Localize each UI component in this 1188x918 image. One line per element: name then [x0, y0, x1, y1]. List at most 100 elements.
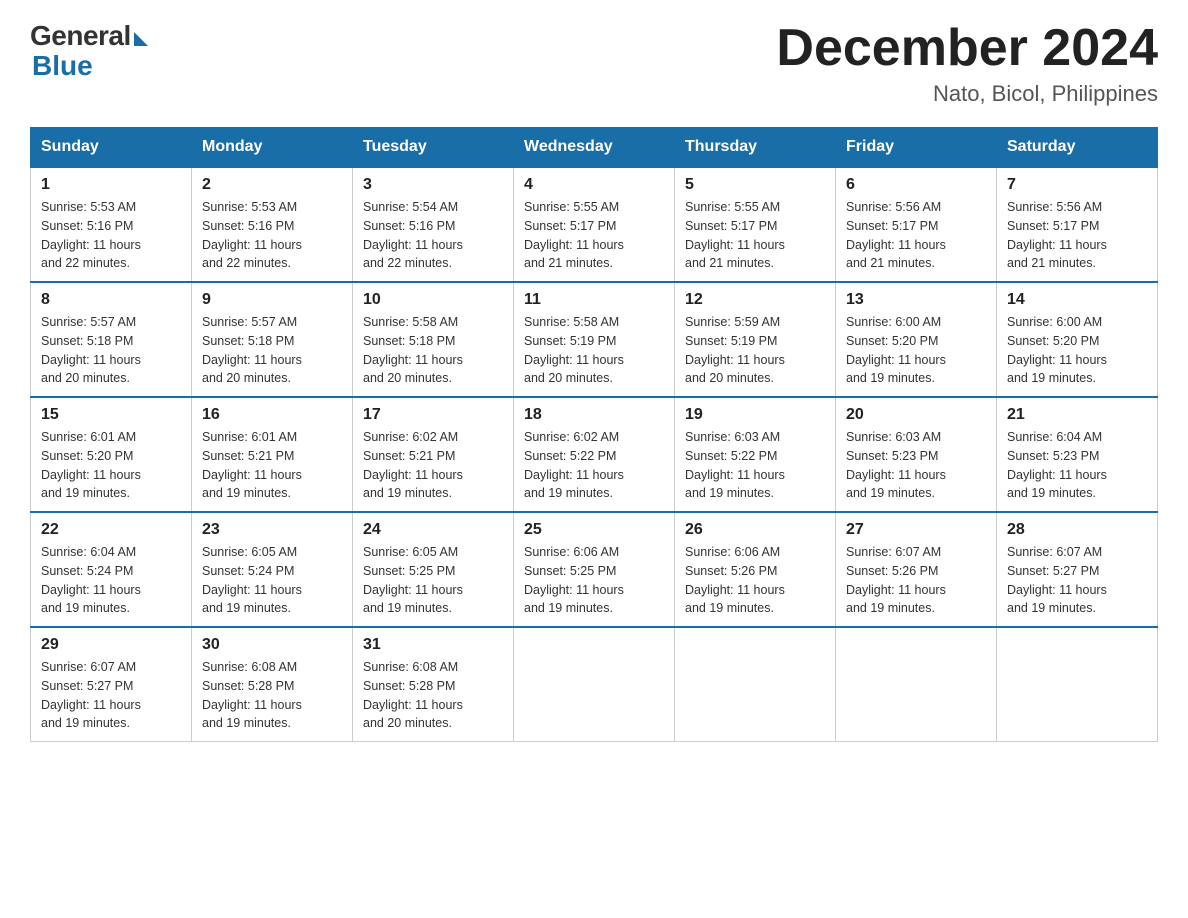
- calendar-empty-cell: [836, 627, 997, 742]
- day-info: Sunrise: 6:01 AM Sunset: 5:21 PM Dayligh…: [202, 428, 342, 503]
- page-header: General Blue December 2024 Nato, Bicol, …: [30, 20, 1158, 107]
- calendar-day-cell: 25 Sunrise: 6:06 AM Sunset: 5:25 PM Dayli…: [514, 512, 675, 627]
- day-number: 2: [202, 176, 342, 194]
- day-number: 31: [363, 636, 503, 654]
- calendar-week-row: 29 Sunrise: 6:07 AM Sunset: 5:27 PM Dayli…: [31, 627, 1158, 742]
- calendar-day-cell: 20 Sunrise: 6:03 AM Sunset: 5:23 PM Dayli…: [836, 397, 997, 512]
- day-info: Sunrise: 6:08 AM Sunset: 5:28 PM Dayligh…: [202, 658, 342, 733]
- day-number: 28: [1007, 521, 1147, 539]
- calendar-day-cell: 29 Sunrise: 6:07 AM Sunset: 5:27 PM Dayli…: [31, 627, 192, 742]
- day-number: 22: [41, 521, 181, 539]
- day-info: Sunrise: 6:03 AM Sunset: 5:23 PM Dayligh…: [846, 428, 986, 503]
- day-number: 24: [363, 521, 503, 539]
- calendar-day-cell: 27 Sunrise: 6:07 AM Sunset: 5:26 PM Dayli…: [836, 512, 997, 627]
- day-number: 15: [41, 406, 181, 424]
- day-info: Sunrise: 6:05 AM Sunset: 5:24 PM Dayligh…: [202, 543, 342, 618]
- calendar-day-cell: 1Sunrise: 5:53 AM Sunset: 5:16 PM Daylig…: [31, 167, 192, 282]
- day-number: 27: [846, 521, 986, 539]
- calendar-week-row: 22Sunrise: 6:04 AM Sunset: 5:24 PM Dayli…: [31, 512, 1158, 627]
- calendar-day-cell: 8 Sunrise: 5:57 AM Sunset: 5:18 PM Daylig…: [31, 282, 192, 397]
- calendar-day-cell: 26 Sunrise: 6:06 AM Sunset: 5:26 PM Dayli…: [675, 512, 836, 627]
- calendar-week-row: 8 Sunrise: 5:57 AM Sunset: 5:18 PM Daylig…: [31, 282, 1158, 397]
- day-number: 25: [524, 521, 664, 539]
- calendar-day-cell: 10 Sunrise: 5:58 AM Sunset: 5:18 PM Dayli…: [353, 282, 514, 397]
- calendar-day-cell: 13 Sunrise: 6:00 AM Sunset: 5:20 PM Dayli…: [836, 282, 997, 397]
- day-info: Sunrise: 5:57 AM Sunset: 5:18 PM Dayligh…: [202, 313, 342, 388]
- weekday-header-thursday: Thursday: [675, 128, 836, 168]
- day-number: 3: [363, 176, 503, 194]
- calendar-day-cell: 21 Sunrise: 6:04 AM Sunset: 5:23 PM Dayli…: [997, 397, 1158, 512]
- day-info: Sunrise: 5:55 AM Sunset: 5:17 PM Dayligh…: [524, 198, 664, 273]
- day-info: Sunrise: 6:00 AM Sunset: 5:20 PM Dayligh…: [846, 313, 986, 388]
- calendar-day-cell: 12Sunrise: 5:59 AM Sunset: 5:19 PM Dayli…: [675, 282, 836, 397]
- day-info: Sunrise: 6:01 AM Sunset: 5:20 PM Dayligh…: [41, 428, 181, 503]
- calendar-day-cell: 15 Sunrise: 6:01 AM Sunset: 5:20 PM Dayli…: [31, 397, 192, 512]
- calendar-day-cell: 4Sunrise: 5:55 AM Sunset: 5:17 PM Daylig…: [514, 167, 675, 282]
- calendar-day-cell: 22Sunrise: 6:04 AM Sunset: 5:24 PM Dayli…: [31, 512, 192, 627]
- day-info: Sunrise: 6:03 AM Sunset: 5:22 PM Dayligh…: [685, 428, 825, 503]
- weekday-header-sunday: Sunday: [31, 128, 192, 168]
- weekday-header-tuesday: Tuesday: [353, 128, 514, 168]
- month-title: December 2024: [776, 20, 1158, 77]
- weekday-header-monday: Monday: [192, 128, 353, 168]
- day-info: Sunrise: 6:05 AM Sunset: 5:25 PM Dayligh…: [363, 543, 503, 618]
- calendar-day-cell: 14 Sunrise: 6:00 AM Sunset: 5:20 PM Dayli…: [997, 282, 1158, 397]
- calendar-empty-cell: [514, 627, 675, 742]
- day-number: 5: [685, 176, 825, 194]
- day-number: 16: [202, 406, 342, 424]
- day-info: Sunrise: 6:08 AM Sunset: 5:28 PM Dayligh…: [363, 658, 503, 733]
- calendar-day-cell: 23Sunrise: 6:05 AM Sunset: 5:24 PM Dayli…: [192, 512, 353, 627]
- calendar-week-row: 1Sunrise: 5:53 AM Sunset: 5:16 PM Daylig…: [31, 167, 1158, 282]
- day-info: Sunrise: 6:00 AM Sunset: 5:20 PM Dayligh…: [1007, 313, 1147, 388]
- calendar-day-cell: 17 Sunrise: 6:02 AM Sunset: 5:21 PM Dayli…: [353, 397, 514, 512]
- day-number: 21: [1007, 406, 1147, 424]
- day-info: Sunrise: 6:07 AM Sunset: 5:27 PM Dayligh…: [1007, 543, 1147, 618]
- day-number: 19: [685, 406, 825, 424]
- day-number: 8: [41, 291, 181, 309]
- day-number: 18: [524, 406, 664, 424]
- day-number: 13: [846, 291, 986, 309]
- calendar-day-cell: 24 Sunrise: 6:05 AM Sunset: 5:25 PM Dayli…: [353, 512, 514, 627]
- day-info: Sunrise: 5:57 AM Sunset: 5:18 PM Dayligh…: [41, 313, 181, 388]
- day-number: 12: [685, 291, 825, 309]
- day-number: 20: [846, 406, 986, 424]
- day-info: Sunrise: 6:02 AM Sunset: 5:21 PM Dayligh…: [363, 428, 503, 503]
- day-number: 26: [685, 521, 825, 539]
- calendar-day-cell: 28 Sunrise: 6:07 AM Sunset: 5:27 PM Dayli…: [997, 512, 1158, 627]
- day-info: Sunrise: 5:58 AM Sunset: 5:18 PM Dayligh…: [363, 313, 503, 388]
- day-info: Sunrise: 6:04 AM Sunset: 5:23 PM Dayligh…: [1007, 428, 1147, 503]
- calendar-day-cell: 5 Sunrise: 5:55 AM Sunset: 5:17 PM Daylig…: [675, 167, 836, 282]
- calendar-week-row: 15 Sunrise: 6:01 AM Sunset: 5:20 PM Dayli…: [31, 397, 1158, 512]
- calendar-day-cell: 11Sunrise: 5:58 AM Sunset: 5:19 PM Dayli…: [514, 282, 675, 397]
- header-right: December 2024 Nato, Bicol, Philippines: [776, 20, 1158, 107]
- day-number: 29: [41, 636, 181, 654]
- day-info: Sunrise: 6:02 AM Sunset: 5:22 PM Dayligh…: [524, 428, 664, 503]
- day-number: 17: [363, 406, 503, 424]
- calendar-day-cell: 18 Sunrise: 6:02 AM Sunset: 5:22 PM Dayli…: [514, 397, 675, 512]
- day-info: Sunrise: 5:53 AM Sunset: 5:16 PM Dayligh…: [202, 198, 342, 273]
- day-number: 10: [363, 291, 503, 309]
- calendar-day-cell: 9 Sunrise: 5:57 AM Sunset: 5:18 PM Daylig…: [192, 282, 353, 397]
- logo-arrow-icon: [134, 32, 148, 46]
- weekday-header-wednesday: Wednesday: [514, 128, 675, 168]
- weekday-header-row: SundayMondayTuesdayWednesdayThursdayFrid…: [31, 128, 1158, 168]
- day-info: Sunrise: 5:54 AM Sunset: 5:16 PM Dayligh…: [363, 198, 503, 273]
- day-info: Sunrise: 6:07 AM Sunset: 5:26 PM Dayligh…: [846, 543, 986, 618]
- day-info: Sunrise: 6:06 AM Sunset: 5:26 PM Dayligh…: [685, 543, 825, 618]
- weekday-header-friday: Friday: [836, 128, 997, 168]
- day-info: Sunrise: 6:07 AM Sunset: 5:27 PM Dayligh…: [41, 658, 181, 733]
- logo: General Blue: [30, 20, 148, 82]
- day-number: 9: [202, 291, 342, 309]
- calendar-day-cell: 16 Sunrise: 6:01 AM Sunset: 5:21 PM Dayli…: [192, 397, 353, 512]
- day-number: 7: [1007, 176, 1147, 194]
- day-info: Sunrise: 5:55 AM Sunset: 5:17 PM Dayligh…: [685, 198, 825, 273]
- day-info: Sunrise: 5:53 AM Sunset: 5:16 PM Dayligh…: [41, 198, 181, 273]
- day-info: Sunrise: 6:06 AM Sunset: 5:25 PM Dayligh…: [524, 543, 664, 618]
- calendar-day-cell: 6Sunrise: 5:56 AM Sunset: 5:17 PM Daylig…: [836, 167, 997, 282]
- location-title: Nato, Bicol, Philippines: [776, 81, 1158, 107]
- logo-general-text: General: [30, 20, 131, 52]
- calendar-day-cell: 2 Sunrise: 5:53 AM Sunset: 5:16 PM Daylig…: [192, 167, 353, 282]
- calendar-day-cell: 31 Sunrise: 6:08 AM Sunset: 5:28 PM Dayli…: [353, 627, 514, 742]
- calendar-empty-cell: [675, 627, 836, 742]
- day-number: 14: [1007, 291, 1147, 309]
